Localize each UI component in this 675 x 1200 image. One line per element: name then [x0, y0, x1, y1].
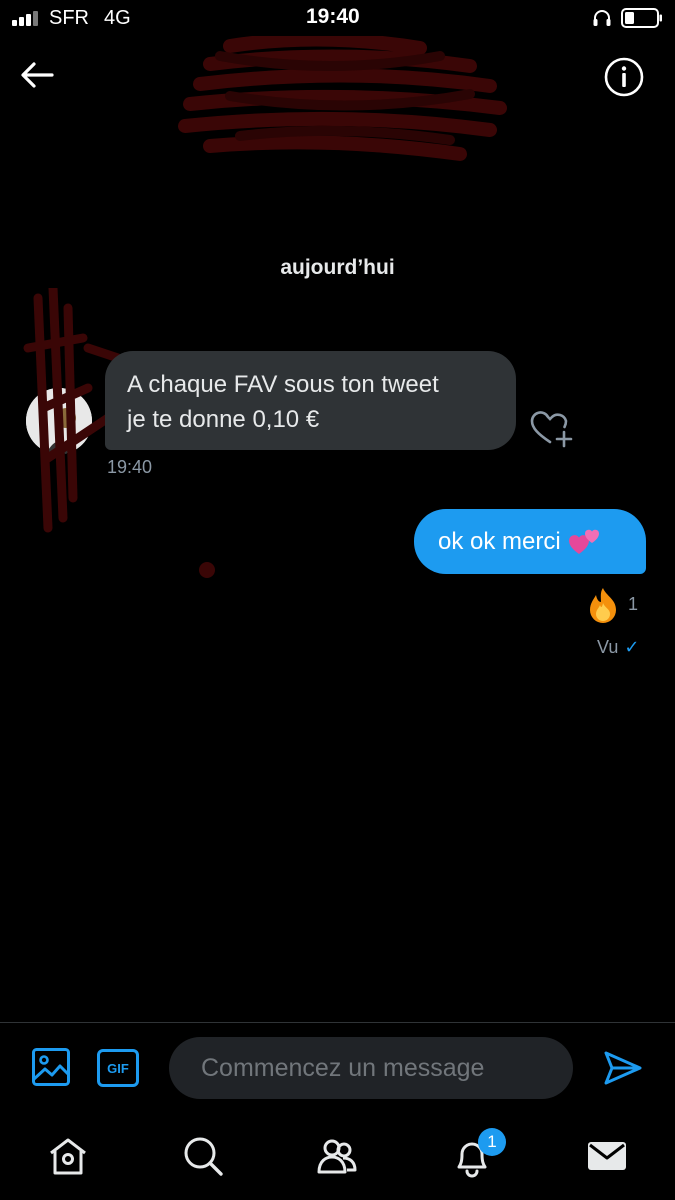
tab-messages[interactable] — [585, 1134, 629, 1178]
info-button[interactable] — [603, 56, 645, 98]
tab-search[interactable] — [181, 1134, 225, 1178]
read-receipt: Vu ✓ — [597, 637, 639, 658]
seen-label: Vu — [597, 637, 619, 657]
headphones-icon — [593, 10, 611, 26]
search-icon — [184, 1137, 223, 1176]
incoming-message-bubble[interactable]: A chaque FAV sous ton tweet je te donne … — [105, 351, 516, 450]
conversation-header — [0, 36, 675, 166]
signal-icon — [12, 10, 42, 26]
send-icon[interactable] — [603, 1049, 643, 1087]
notification-badge: 1 — [478, 1128, 506, 1156]
carrier-label: SFR — [49, 7, 89, 29]
tab-notifications[interactable]: 1 — [450, 1128, 506, 1178]
bottom-tab-bar: 1 — [0, 1112, 675, 1200]
message-reaction[interactable]: 1 — [584, 586, 644, 624]
message-input[interactable] — [169, 1037, 573, 1099]
redaction-mark — [199, 562, 215, 578]
tab-communities[interactable] — [315, 1134, 359, 1178]
messages-icon — [588, 1142, 626, 1170]
fire-emoji — [590, 588, 616, 623]
back-button[interactable] — [18, 58, 56, 92]
incoming-message-text: A chaque FAV sous ton tweet je te donne … — [127, 371, 439, 433]
status-bar: SFR 4G 19:40 — [0, 0, 675, 36]
message-timestamp: 19:40 — [107, 457, 153, 477]
date-separator: aujourd’hui — [280, 256, 395, 279]
outgoing-message-text: ok ok merci — [438, 527, 561, 555]
communities-icon — [317, 1139, 357, 1174]
image-icon[interactable] — [31, 1047, 71, 1087]
battery-icon — [621, 8, 662, 28]
home-icon — [50, 1138, 86, 1175]
message-composer: GIF — [0, 1022, 675, 1112]
clock: 19:40 — [306, 5, 360, 28]
network-label: 4G — [104, 7, 131, 29]
seen-check-icon: ✓ — [624, 637, 640, 657]
reaction-count: 1 — [628, 594, 639, 614]
outgoing-message-bubble[interactable]: ok ok merci — [414, 509, 646, 574]
heart-add-reaction-icon[interactable] — [528, 408, 574, 448]
gif-button[interactable]: GIF — [97, 1049, 139, 1087]
two-hearts-emoji — [568, 529, 599, 554]
tab-home[interactable] — [46, 1134, 90, 1178]
redacted-contact-name — [178, 36, 507, 161]
